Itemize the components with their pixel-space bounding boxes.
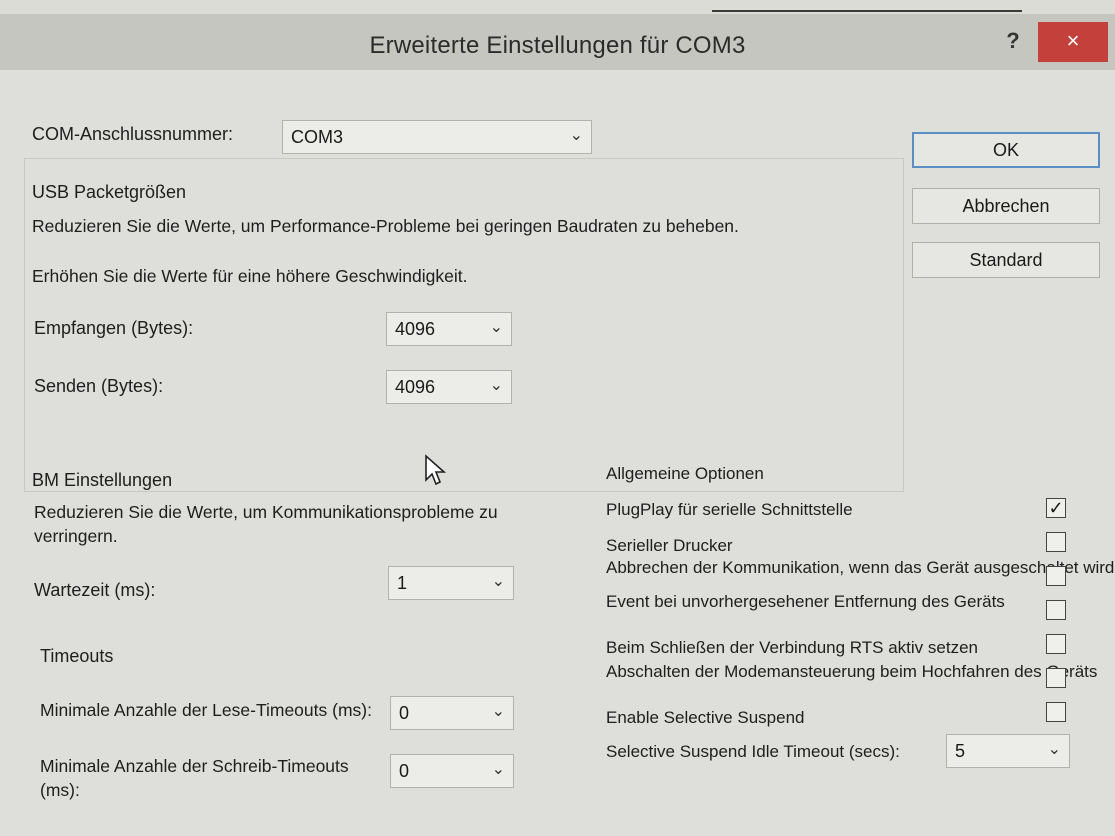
chevron-down-icon: ⌄: [489, 319, 503, 336]
option-label-selective-suspend: Enable Selective Suspend: [606, 708, 805, 727]
option-label-plugplay: PlugPlay für serielle Schnittstelle: [606, 500, 853, 519]
chevron-down-icon: ⌄: [1047, 741, 1061, 758]
latency-value: 1: [397, 573, 408, 593]
idle-timeout-value: 5: [955, 741, 966, 761]
receive-select[interactable]: 4096 ⌄: [386, 312, 512, 346]
option-checkbox-surprise-removal[interactable]: [1046, 600, 1066, 620]
ok-button[interactable]: OK: [912, 132, 1100, 168]
com-port-select[interactable]: COM3 ⌄: [282, 120, 592, 154]
receive-label: Empfangen (Bytes):: [34, 318, 194, 338]
write-timeout-value: 0: [399, 761, 410, 781]
option-checkbox-disable-modem-ctrl[interactable]: [1046, 668, 1066, 688]
chevron-down-icon: ⌄: [491, 703, 505, 720]
idle-timeout-label: Selective Suspend Idle Timeout (secs):: [606, 742, 900, 761]
read-timeout-value: 0: [399, 703, 410, 723]
chevron-down-icon: ⌄: [491, 573, 505, 590]
com-port-label: COM-Anschlussnummer:: [32, 124, 234, 144]
title-bar[interactable]: Erweiterte Einstellungen für COM3 ? ×: [0, 14, 1115, 71]
cancel-button[interactable]: Abbrechen: [912, 188, 1100, 224]
chevron-down-icon: ⌄: [489, 377, 503, 394]
read-timeout-label: Minimale Anzahle der Lese-Timeouts (ms):: [40, 700, 372, 720]
option-checkbox-rts-on-close[interactable]: [1046, 634, 1066, 654]
latency-label: Wartezeit (ms):: [34, 580, 156, 600]
dialog-window: Erweiterte Einstellungen für COM3 ? × CO…: [0, 14, 1115, 836]
option-checkbox-serial-printer[interactable]: [1046, 532, 1066, 552]
mouse-pointer-icon: [425, 454, 447, 486]
write-timeout-select[interactable]: 0 ⌄: [390, 754, 514, 788]
checkmark-icon: ✓: [1048, 498, 1064, 518]
chevron-down-icon: ⌄: [491, 761, 505, 778]
option-label-rts-on-close: Beim Schließen der Verbindung RTS aktiv …: [606, 638, 978, 657]
option-label-serial-printer: Serieller Drucker: [606, 536, 733, 555]
help-button[interactable]: ?: [995, 26, 1031, 56]
bm-desc: Reduzieren Sie die Werte, um Kommunikati…: [34, 502, 498, 546]
bm-heading: BM Einstellungen: [32, 470, 173, 490]
idle-timeout-select[interactable]: 5 ⌄: [946, 734, 1070, 768]
send-select[interactable]: 4096 ⌄: [386, 370, 512, 404]
usb-desc-reduce: Reduzieren Sie die Werte, um Performance…: [32, 216, 739, 236]
receive-value: 4096: [395, 319, 436, 339]
timeouts-heading: Timeouts: [40, 646, 114, 666]
options-heading: Allgemeine Optionen: [606, 464, 764, 483]
option-label-disable-modem-ctrl: Abschalten der Modemansteuerung beim Hoc…: [606, 662, 1098, 681]
send-label: Senden (Bytes):: [34, 376, 164, 396]
option-label-cancel-on-poweroff: Abbrechen der Kommunikation, wenn das Ge…: [606, 558, 1115, 577]
usb-desc-increase: Erhöhen Sie die Werte für eine höhere Ge…: [32, 266, 468, 286]
send-value: 4096: [395, 377, 436, 397]
chevron-down-icon: ⌄: [569, 127, 583, 144]
com-port-value: COM3: [291, 127, 344, 147]
usb-heading: USB Packetgrößen: [32, 182, 187, 202]
option-checkbox-plugplay[interactable]: ✓: [1046, 498, 1066, 518]
option-label-surprise-removal: Event bei unvorhergesehener Entfernung d…: [606, 592, 1005, 611]
background-line: [712, 10, 1022, 12]
dialog-content: COM-Anschlussnummer: COM3 ⌄ OK Abbrechen…: [0, 70, 1115, 836]
default-button[interactable]: Standard: [912, 242, 1100, 278]
read-timeout-select[interactable]: 0 ⌄: [390, 696, 514, 730]
close-button[interactable]: ×: [1038, 22, 1108, 62]
option-checkbox-cancel-on-poweroff[interactable]: [1046, 566, 1066, 586]
dialog-title: Erweiterte Einstellungen für COM3: [369, 32, 746, 59]
write-timeout-label: Minimale Anzahle der Schreib-Timeouts (m…: [40, 756, 349, 800]
latency-select[interactable]: 1 ⌄: [388, 566, 514, 600]
option-checkbox-selective-suspend[interactable]: [1046, 702, 1066, 722]
